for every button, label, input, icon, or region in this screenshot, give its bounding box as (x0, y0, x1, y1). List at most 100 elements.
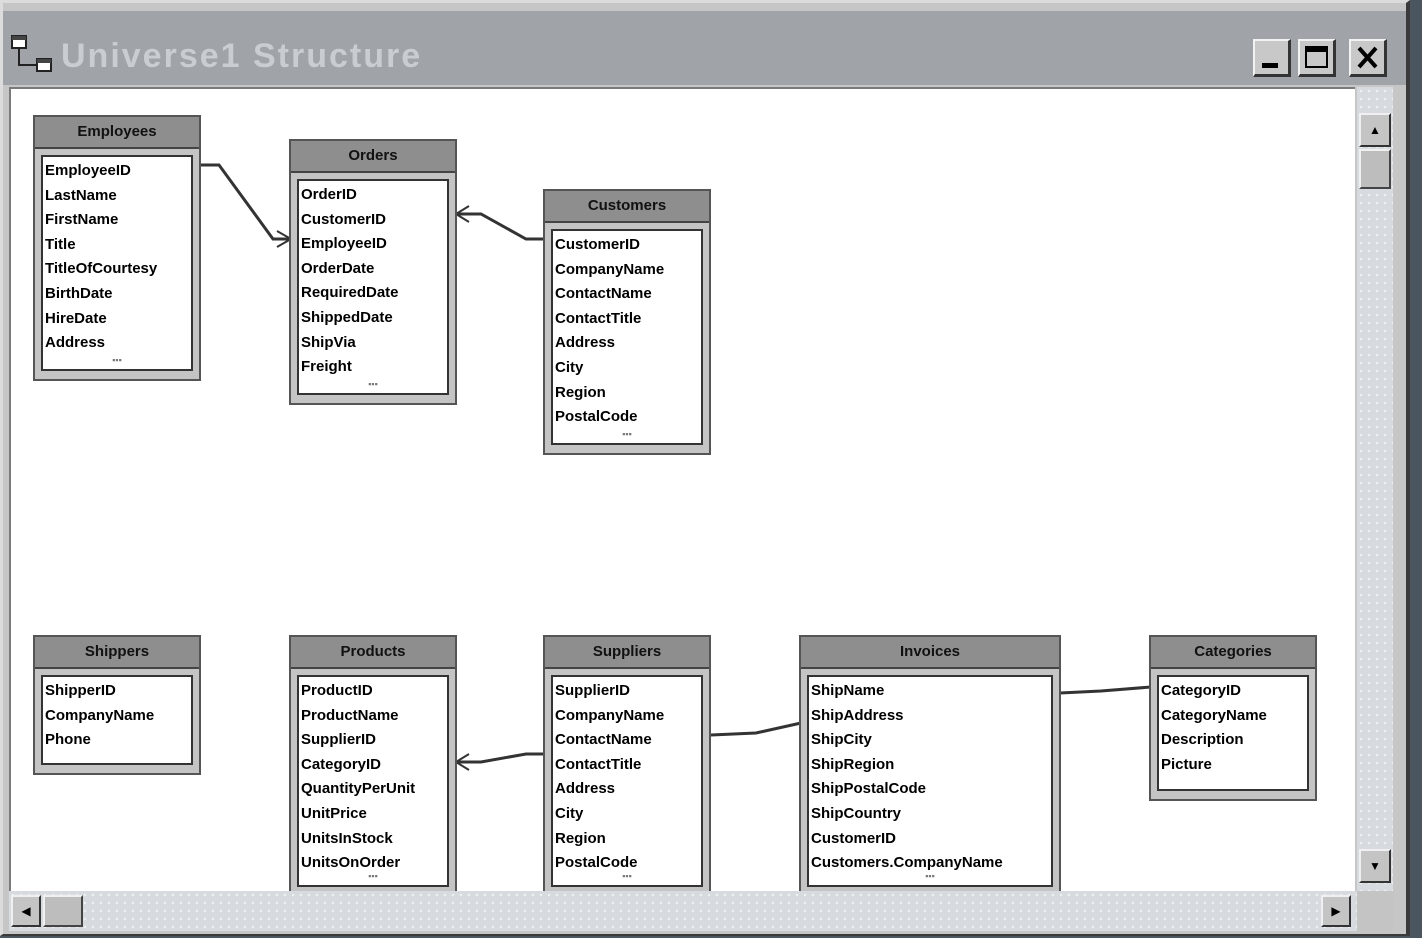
column-item[interactable]: ShipVia (301, 331, 447, 356)
column-item[interactable]: FirstName (45, 208, 191, 233)
column-item[interactable]: CustomerID (811, 827, 1051, 852)
column-item[interactable]: PostalCode (555, 405, 701, 430)
column-item[interactable]: ShipAddress (811, 704, 1051, 729)
column-item[interactable]: CompanyName (555, 258, 701, 283)
table-title: Orders (291, 141, 455, 173)
table-customers[interactable]: Customers CustomerID CompanyName Contact… (543, 189, 711, 455)
more-columns-ellipsis-icon: ▪▪▪ (368, 871, 378, 881)
column-item[interactable]: ShipCountry (811, 802, 1051, 827)
horizontal-scroll-thumb[interactable] (43, 895, 83, 927)
column-item[interactable]: ContactName (555, 728, 701, 753)
close-button[interactable] (1349, 39, 1387, 77)
column-list: CustomerID CompanyName ContactName Conta… (551, 229, 703, 445)
table-title: Invoices (801, 637, 1059, 669)
column-item[interactable]: EmployeeID (301, 232, 447, 257)
close-icon (1357, 46, 1378, 69)
column-item[interactable]: Phone (45, 728, 191, 753)
table-title: Suppliers (545, 637, 709, 669)
column-item[interactable]: Address (45, 331, 191, 356)
table-suppliers[interactable]: Suppliers SupplierID CompanyName Contact… (543, 635, 711, 891)
column-item[interactable]: QuantityPerUnit (301, 777, 447, 802)
column-item[interactable]: Address (555, 777, 701, 802)
column-list: EmployeeID LastName FirstName Title Titl… (41, 155, 193, 371)
column-item[interactable]: CategoryName (1161, 704, 1307, 729)
minimize-icon (1262, 63, 1278, 68)
scroll-left-icon: ◀ (21, 904, 31, 918)
scroll-up-button[interactable]: ▲ (1359, 113, 1391, 147)
table-title: Shippers (35, 637, 199, 669)
column-item[interactable]: CategoryID (301, 753, 447, 778)
column-item[interactable]: Address (555, 331, 701, 356)
column-item[interactable]: CategoryID (1161, 679, 1307, 704)
horizontal-scrollbar[interactable]: ◀ ▶ (9, 891, 1357, 931)
column-item[interactable]: ShipPostalCode (811, 777, 1051, 802)
column-list: OrderID CustomerID EmployeeID OrderDate … (297, 179, 449, 395)
column-item[interactable]: ShipperID (45, 679, 191, 704)
column-item[interactable]: UnitPrice (301, 802, 447, 827)
column-item[interactable]: CompanyName (45, 704, 191, 729)
column-list: ShipperID CompanyName Phone (41, 675, 193, 765)
column-item[interactable]: ProductID (301, 679, 447, 704)
title-bar[interactable]: Universe1 Structure (3, 11, 1406, 85)
scroll-right-icon: ▶ (1331, 904, 1341, 918)
more-columns-ellipsis-icon: ▪▪▪ (925, 871, 935, 881)
column-item[interactable]: Picture (1161, 753, 1307, 778)
column-item[interactable]: BirthDate (45, 282, 191, 307)
column-item[interactable]: Title (45, 233, 191, 258)
column-item[interactable]: City (555, 802, 701, 827)
column-item[interactable]: ContactTitle (555, 753, 701, 778)
column-item[interactable]: City (555, 356, 701, 381)
scroll-left-button[interactable]: ◀ (11, 895, 41, 927)
join-orders-customers (456, 212, 546, 241)
column-item[interactable]: CompanyName (555, 704, 701, 729)
column-item[interactable]: ShipName (811, 679, 1051, 704)
scroll-up-icon: ▲ (1369, 123, 1381, 137)
column-list: CategoryID CategoryName Description Pict… (1157, 675, 1309, 791)
minimize-button[interactable] (1253, 39, 1291, 77)
vertical-scrollbar[interactable]: ▲ ▼ (1357, 87, 1393, 893)
column-item[interactable]: ShippedDate (301, 306, 447, 331)
universe-structure-window: Universe1 Structure Employees EmployeeID… (0, 0, 1410, 936)
column-item[interactable]: TitleOfCourtesy (45, 257, 191, 282)
column-item[interactable]: OrderID (301, 183, 447, 208)
vertical-scroll-thumb[interactable] (1359, 149, 1391, 189)
table-products[interactable]: Products ProductID ProductName SupplierI… (289, 635, 457, 891)
column-item[interactable]: ContactTitle (555, 307, 701, 332)
table-employees[interactable]: Employees EmployeeID LastName FirstName … (33, 115, 201, 381)
maximize-button[interactable] (1298, 39, 1336, 77)
scroll-down-button[interactable]: ▼ (1359, 849, 1391, 883)
column-item[interactable]: ShipRegion (811, 753, 1051, 778)
maximize-icon (1305, 46, 1328, 68)
more-columns-ellipsis-icon: ▪▪▪ (622, 871, 632, 881)
join-employees-orders (199, 163, 291, 241)
join-invoices-categories (1059, 685, 1152, 695)
column-item[interactable]: ContactName (555, 282, 701, 307)
join-products-suppliers (456, 752, 546, 764)
column-item[interactable]: EmployeeID (45, 159, 191, 184)
table-categories[interactable]: Categories CategoryID CategoryName Descr… (1149, 635, 1317, 801)
column-item[interactable]: CustomerID (301, 208, 447, 233)
table-shippers[interactable]: Shippers ShipperID CompanyName Phone (33, 635, 201, 775)
column-item[interactable]: SupplierID (555, 679, 701, 704)
column-item[interactable]: ShipCity (811, 728, 1051, 753)
table-invoices[interactable]: Invoices ShipName ShipAddress ShipCity S… (799, 635, 1061, 891)
column-item[interactable]: CustomerID (555, 233, 701, 258)
column-item[interactable]: UnitsInStock (301, 827, 447, 852)
column-item[interactable]: LastName (45, 184, 191, 209)
column-item[interactable]: Description (1161, 728, 1307, 753)
column-item[interactable]: RequiredDate (301, 281, 447, 306)
column-item[interactable]: HireDate (45, 307, 191, 332)
column-item[interactable]: Freight (301, 355, 447, 380)
column-list: ShipName ShipAddress ShipCity ShipRegion… (807, 675, 1053, 887)
table-orders[interactable]: Orders OrderID CustomerID EmployeeID Ord… (289, 139, 457, 405)
column-item[interactable]: Region (555, 381, 701, 406)
column-item[interactable]: SupplierID (301, 728, 447, 753)
column-item[interactable]: Region (555, 827, 701, 852)
scroll-right-button[interactable]: ▶ (1321, 895, 1351, 927)
structure-canvas[interactable]: Employees EmployeeID LastName FirstName … (9, 87, 1355, 891)
column-list: SupplierID CompanyName ContactName Conta… (551, 675, 703, 887)
column-item[interactable]: ProductName (301, 704, 447, 729)
column-item[interactable]: OrderDate (301, 257, 447, 282)
join-suppliers-invoices (710, 721, 802, 737)
resize-grip-icon[interactable] (1357, 891, 1393, 931)
